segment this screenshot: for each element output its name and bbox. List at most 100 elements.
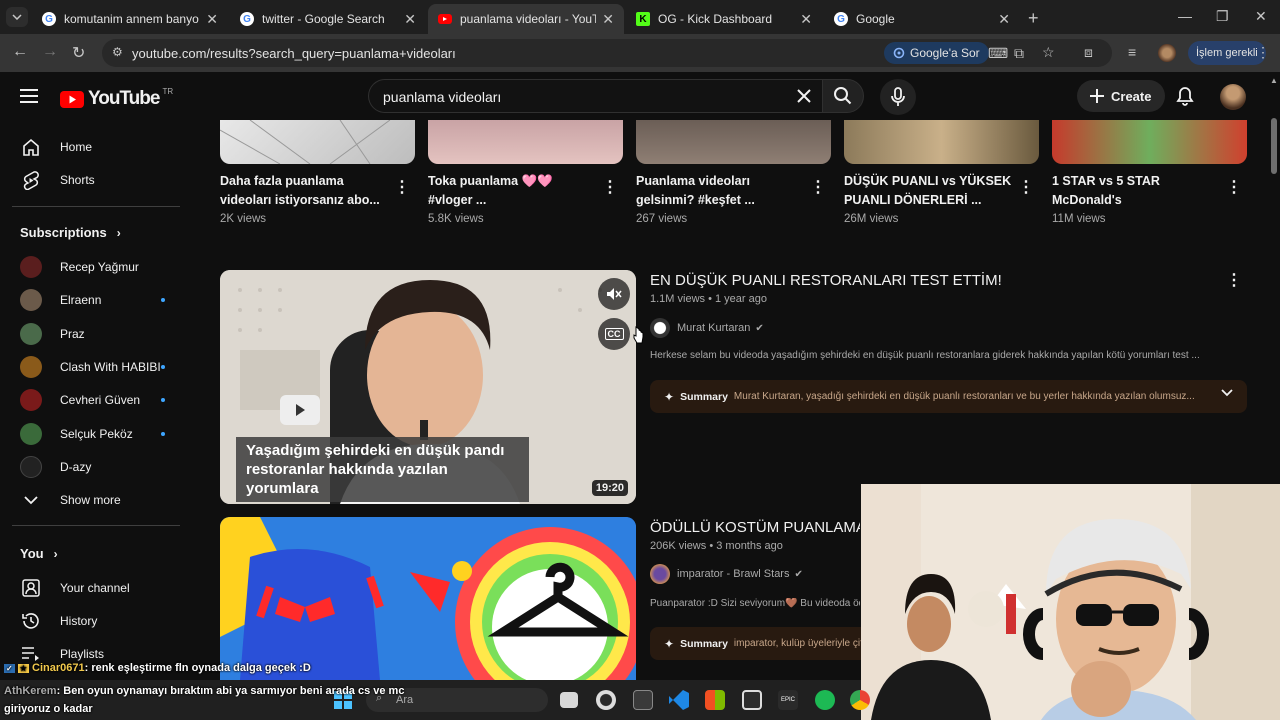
install-app-icon[interactable]: ⧉ — [1014, 45, 1024, 62]
sidebar-item-subscription[interactable]: Selçuk Peköz — [0, 417, 192, 450]
address-bar[interactable]: ⚙ youtube.com/results?search_query=puanl… — [102, 39, 1112, 67]
close-icon[interactable]: ✕ — [404, 11, 416, 28]
you-heading-label: You — [20, 546, 44, 561]
more-options-icon[interactable]: ⋮ — [1226, 177, 1242, 197]
video-thumbnail[interactable] — [428, 120, 623, 164]
notifications-bell-icon[interactable] — [1176, 86, 1194, 106]
chrome-icon[interactable] — [850, 690, 870, 710]
task-view-icon[interactable] — [560, 692, 578, 708]
close-icon[interactable]: ✕ — [998, 11, 1010, 28]
voice-search-button[interactable] — [880, 79, 916, 115]
restore-button[interactable]: ❐ — [1216, 8, 1229, 25]
ai-summary-bar[interactable]: ✦ Summary Murat Kurtaran, yaşadığı şehir… — [650, 380, 1247, 413]
subscriptions-heading[interactable]: Subscriptions › — [20, 225, 121, 240]
reload-button[interactable]: ↻ — [72, 43, 85, 63]
search-button[interactable] — [822, 79, 864, 113]
vscode-icon[interactable] — [669, 690, 689, 710]
tab-youtube[interactable]: puanlama videoları - YouTube ✕ — [428, 4, 624, 34]
channel-name[interactable]: Murat Kurtaran — [677, 322, 750, 334]
site-info-icon[interactable]: ⚙ — [112, 45, 123, 59]
scroll-up-arrow[interactable]: ▲ — [1270, 76, 1278, 85]
video-title[interactable]: 1 STAR vs 5 STAR McDonald's — [1052, 172, 1222, 210]
sidebar-item-shorts[interactable]: Shorts — [0, 163, 192, 196]
browser-menu-icon[interactable]: ⋮ — [1256, 44, 1270, 61]
obs-icon[interactable] — [596, 690, 616, 710]
video-thumbnail[interactable] — [220, 517, 636, 680]
video-card[interactable]: Puanlama videoları gelsinmi? #keşfet ...… — [636, 120, 831, 225]
forward-button[interactable]: → — [42, 43, 58, 61]
video-thumbnail[interactable] — [220, 120, 415, 164]
sidebar-item-subscription[interactable]: Cevheri Güven — [0, 383, 192, 416]
spotify-icon[interactable] — [815, 690, 835, 710]
video-title[interactable]: DÜŞÜK PUANLI vs YÜKSEK PUANLI DÖNERLERİ … — [844, 172, 1014, 210]
tab-twitter-search[interactable]: G twitter - Google Search ✕ — [230, 4, 426, 34]
video-thumbnail[interactable] — [636, 120, 831, 164]
store-icon[interactable] — [705, 690, 725, 710]
tab-kick[interactable]: K OG - Kick Dashboard ✕ — [626, 4, 822, 34]
video-card[interactable]: Daha fazla puanlama videoları istiyorsan… — [220, 120, 415, 225]
sidebar-item-subscription[interactable]: Recep Yağmur — [0, 250, 192, 283]
profile-avatar[interactable] — [1158, 44, 1176, 62]
create-button[interactable]: Create — [1077, 80, 1166, 112]
channel-link[interactable]: imparator - Brawl Stars ✔ — [650, 564, 803, 584]
channel-link[interactable]: Murat Kurtaran ✔ — [650, 318, 764, 338]
video-card[interactable]: 1 STAR vs 5 STAR McDonald's 11M views — [1052, 120, 1247, 225]
more-options-icon[interactable]: ⋮ — [810, 177, 826, 197]
video-title[interactable]: Toka puanlama 🩷🩷 #vloger ... — [428, 172, 598, 210]
media-control-icon[interactable]: ≡ — [1128, 44, 1136, 60]
you-heading[interactable]: You › — [20, 546, 58, 561]
tab-google[interactable]: G Google ✕ — [824, 4, 1020, 34]
video-card[interactable]: Toka puanlama 🩷🩷 #vloger ... 5.8K views — [428, 120, 623, 225]
window-close-button[interactable]: ✕ — [1255, 8, 1267, 25]
sidebar-item-show-more[interactable]: Show more — [0, 483, 192, 516]
sidebar-item-subscription[interactable]: Elraenn — [0, 283, 192, 316]
video-thumbnail[interactable] — [1052, 120, 1247, 164]
sidebar-item-subscription[interactable]: Clash With HABIBI — [0, 350, 192, 383]
more-options-icon[interactable]: ⋮ — [1226, 270, 1242, 290]
account-avatar[interactable] — [1220, 84, 1246, 110]
channel-name[interactable]: imparator - Brawl Stars — [677, 568, 789, 580]
youtube-logo[interactable]: YouTube TR — [60, 87, 173, 110]
back-button[interactable]: ← — [12, 43, 28, 61]
bookmark-star-icon[interactable]: ☆ — [1042, 44, 1055, 61]
epic-games-icon[interactable]: EPIC — [778, 690, 798, 710]
sidebar-item-home[interactable]: Home — [0, 130, 192, 163]
video-thumbnail[interactable] — [844, 120, 1039, 164]
captions-button[interactable]: CC — [598, 318, 630, 350]
sidebar-item-label: Home — [60, 139, 93, 154]
ai-summary-bar[interactable]: ✦ Summary imparator, kulüp üyeleriyle çi… — [650, 627, 861, 660]
scrollbar-thumb[interactable] — [1271, 118, 1277, 174]
search-input[interactable]: puanlama videoları — [368, 79, 824, 113]
menu-icon[interactable] — [20, 88, 40, 104]
video-thumbnail-player[interactable]: CC Yaşadığım şehirdeki en düşük pandı re… — [220, 270, 636, 504]
video-title[interactable]: Puanlama videoları gelsinmi? #keşfet ... — [636, 172, 806, 210]
close-icon[interactable]: ✕ — [206, 11, 218, 28]
action-required-button[interactable]: İşlem gerekli — [1188, 41, 1266, 65]
sidebar-item-your-channel[interactable]: Your channel — [0, 571, 192, 604]
close-icon[interactable]: ✕ — [800, 11, 812, 28]
sidebar-item-history[interactable]: History — [0, 604, 192, 637]
more-options-icon[interactable]: ⋮ — [602, 177, 618, 197]
new-tab-button[interactable]: + — [1028, 8, 1039, 29]
result-title[interactable]: ÖDÜLLÜ KOSTÜM PUANLAMA Y — [650, 519, 860, 536]
app-icon[interactable] — [742, 690, 762, 710]
sidebar-item-subscription[interactable]: D-azy — [0, 450, 192, 483]
more-options-icon[interactable]: ⋮ — [1018, 177, 1034, 197]
translate-icon[interactable]: ⌨ — [988, 45, 1008, 62]
mute-button[interactable] — [598, 278, 630, 310]
video-card[interactable]: DÜŞÜK PUANLI vs YÜKSEK PUANLI DÖNERLERİ … — [844, 120, 1039, 225]
clear-search-icon[interactable] — [796, 88, 812, 104]
sidebar-item-subscription[interactable]: Praz — [0, 317, 192, 350]
extensions-icon[interactable]: ⧈ — [1084, 44, 1093, 61]
close-icon[interactable]: ✕ — [602, 11, 614, 28]
minimize-button[interactable]: — — [1178, 8, 1192, 24]
google-sor-button[interactable]: Google'a Sor — [884, 42, 989, 64]
chevron-down-icon[interactable] — [1221, 389, 1233, 397]
result-title[interactable]: EN DÜŞÜK PUANLI RESTORANLARI TEST ETTİM! — [650, 272, 1002, 289]
more-options-icon[interactable]: ⋮ — [394, 177, 410, 197]
terminal-icon[interactable] — [633, 690, 653, 710]
new-content-dot — [161, 432, 165, 436]
tab-search-button[interactable] — [6, 7, 28, 27]
tab-komutanim[interactable]: G komutanim annem banyo yaptı ✕ — [32, 4, 228, 34]
video-title[interactable]: Daha fazla puanlama videoları istiyorsan… — [220, 172, 390, 210]
